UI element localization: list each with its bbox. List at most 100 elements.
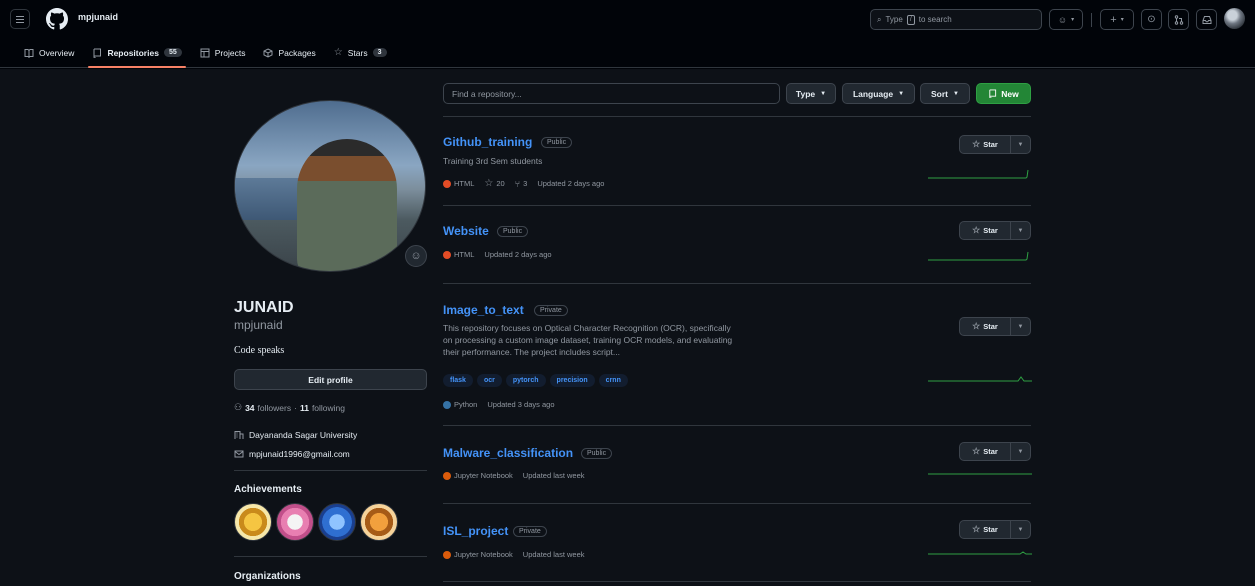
menu-button[interactable] [10, 9, 30, 29]
tab-projects[interactable]: Projects [198, 40, 248, 65]
chevron-down-icon: ▼ [1017, 227, 1024, 234]
new-repository-label: New [1001, 88, 1019, 99]
repo-name-link[interactable]: Website [443, 224, 489, 238]
repo-updated: Updated 2 days ago [537, 179, 605, 188]
star-button-label: Star [983, 226, 998, 235]
chevron-down-icon: ▼ [1017, 323, 1024, 330]
repo-meta: Python Updated 3 days ago [443, 400, 555, 409]
star-button-label: Star [983, 322, 998, 331]
topic-tag[interactable]: precision [549, 374, 595, 387]
star-list-dropdown[interactable]: ▼ [1011, 136, 1030, 153]
avatar-person [297, 139, 397, 271]
repo-name-link[interactable]: Malware_classification [443, 446, 573, 460]
language-filter-button[interactable]: Language ▼ [842, 83, 915, 104]
language-color-dot [443, 400, 451, 409]
repo-updated: Updated 2 days ago [484, 250, 552, 259]
achievement-badge[interactable] [318, 503, 356, 541]
issues-button[interactable]: ⊙ [1141, 9, 1162, 30]
sort-filter-button[interactable]: Sort ▼ [920, 83, 970, 104]
language-color-dot [443, 550, 451, 559]
repo-stars-count: 20 [496, 179, 505, 188]
star-button-main[interactable]: ☆ Star [960, 443, 1011, 460]
pull-requests-button[interactable] [1168, 9, 1189, 30]
star-button-label: Star [983, 140, 998, 149]
find-repository-input[interactable]: Find a repository... [443, 83, 780, 104]
follow-stats: ⚇ 34 followers · 11 following [234, 402, 345, 413]
achievement-badge[interactable] [276, 503, 314, 541]
star-button-main[interactable]: ☆ Star [960, 136, 1011, 153]
topic-tag[interactable]: ocr [476, 374, 502, 387]
set-status-button[interactable]: ☺ [405, 245, 427, 267]
star-list-dropdown[interactable]: ▼ [1011, 222, 1030, 239]
repo-language: HTML [443, 250, 474, 259]
table-icon [200, 48, 210, 57]
tab-repositories-label: Repositories [107, 47, 159, 58]
tab-overview[interactable]: Overview [22, 40, 76, 65]
profile-avatar[interactable] [234, 100, 426, 272]
language-color-dot [443, 179, 451, 188]
new-repository-button[interactable]: New [976, 83, 1031, 104]
language-color-dot [443, 250, 451, 259]
following-label: following [311, 402, 346, 413]
visibility-badge: Private [513, 526, 547, 537]
type-filter-button[interactable]: Type ▼ [786, 83, 836, 104]
repo-name-link[interactable]: Image_to_text [443, 303, 524, 317]
star-button-main[interactable]: ☆ Star [960, 222, 1011, 239]
star-icon: ☆ [972, 446, 981, 456]
top-bar: mpjunaid ⌕ Type / to search ☺ ▾ + ▾ ⊙ Ov… [0, 0, 1255, 68]
achievement-badge[interactable] [360, 503, 398, 541]
create-new-button[interactable]: + ▾ [1100, 9, 1134, 30]
repo-forks-link[interactable]: ⑂ 3 [515, 179, 528, 189]
repo-divider [443, 205, 1031, 206]
star-repo-button[interactable]: ☆ Star ▼ [959, 221, 1031, 240]
tab-repositories[interactable]: Repositories 55 [88, 40, 187, 68]
star-list-dropdown[interactable]: ▼ [1011, 318, 1030, 335]
repo-description-line: their performance. The project includes … [443, 347, 621, 357]
star-button-main[interactable]: ☆ Star [960, 521, 1011, 538]
language-color-dot [443, 471, 451, 480]
profile-login: mpjunaid [234, 318, 283, 332]
tab-stars-label: Stars [347, 47, 368, 58]
chevron-down-icon: ▼ [898, 90, 905, 97]
email-detail[interactable]: mpjunaid1996@gmail.com [234, 449, 350, 459]
repo-language-label: HTML [454, 179, 475, 188]
star-list-dropdown[interactable]: ▼ [1011, 443, 1030, 460]
stars-count: 3 [372, 48, 387, 57]
chevron-down-icon: ▼ [1017, 141, 1024, 148]
language-filter-label: Language [852, 88, 894, 99]
repo-language-label: Jupyter Notebook [454, 550, 513, 559]
organization-detail: Dayananda Sagar University [234, 430, 357, 440]
star-repo-button[interactable]: ☆ Star ▼ [959, 317, 1031, 336]
star-repo-button[interactable]: ☆ Star ▼ [959, 442, 1031, 461]
repo-description-line: This repository focuses on Optical Chara… [443, 323, 731, 333]
copilot-button[interactable]: ☺ ▾ [1049, 9, 1083, 30]
github-logo-icon[interactable] [46, 8, 68, 30]
topic-tag[interactable]: pytorch [505, 374, 546, 387]
edit-profile-button[interactable]: Edit profile [234, 369, 427, 390]
user-avatar-menu[interactable] [1224, 8, 1245, 29]
tab-packages[interactable]: Packages [261, 40, 317, 65]
star-list-dropdown[interactable]: ▼ [1011, 521, 1030, 538]
context-title[interactable]: mpjunaid [78, 12, 118, 22]
following-link[interactable]: 11 following [300, 403, 345, 413]
repo-divider [443, 425, 1031, 426]
repo-stars-link[interactable]: ☆ 20 [484, 178, 504, 189]
repo-name-link[interactable]: ISL_project [443, 524, 508, 538]
search-placeholder-after: to search [918, 15, 952, 24]
star-repo-button[interactable]: ☆ Star ▼ [959, 135, 1031, 154]
repo-divider [443, 503, 1031, 504]
organization-icon [234, 431, 244, 439]
repo-name-link[interactable]: Github_training [443, 135, 532, 149]
star-button-main[interactable]: ☆ Star [960, 318, 1011, 335]
tab-stars[interactable]: ☆ Stars 3 [332, 40, 389, 65]
global-search-input[interactable]: ⌕ Type / to search [870, 9, 1042, 30]
topic-tag[interactable]: crnn [598, 374, 628, 387]
star-repo-button[interactable]: ☆ Star ▼ [959, 520, 1031, 539]
repo-language-label: Jupyter Notebook [454, 471, 513, 480]
chevron-down-icon: ▼ [1017, 448, 1024, 455]
search-shortcut-key: / [906, 14, 915, 25]
inbox-button[interactable] [1196, 9, 1217, 30]
achievement-badge[interactable] [234, 503, 272, 541]
topic-tag[interactable]: flask [443, 374, 473, 387]
followers-link[interactable]: 34 followers [245, 403, 291, 413]
